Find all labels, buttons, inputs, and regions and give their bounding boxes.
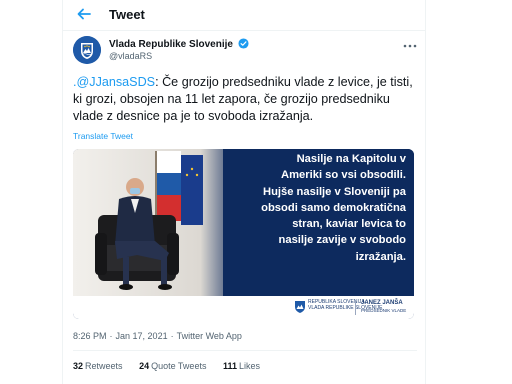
media-footer-strip: REPUBLIKA SLOVENIJA VLADA REPUBLIKE SLOV… [73,296,414,319]
quotes-label: Quote Tweets [151,361,207,371]
quote-line: nasilje zavije v svobodo [278,234,406,247]
quotes-count: 24 [139,361,150,371]
author-handle[interactable]: @vladaRS [109,51,152,62]
divider [73,350,417,351]
likes-count: 111 [222,361,237,371]
back-button[interactable] [75,6,93,24]
tweet-text: .@JJansaSDS: Če grozijo predsedniku vlad… [73,74,417,125]
quote-tweets-stat[interactable]: 24 Quote Tweets [139,360,206,372]
page-title: Tweet [109,7,145,22]
verified-badge-icon [238,38,249,49]
more-options-button[interactable] [403,38,417,52]
author-avatar[interactable] [73,36,101,64]
tweet-date[interactable]: Jan 17, 2021 [116,331,168,341]
retweets-stat[interactable]: 32 Retweets [73,360,123,372]
author-name-text: Vlada Republike Slovenije [109,39,233,50]
tweet-media-image[interactable]: Nasilje na Kapitolu v Ameriki so vsi obs… [73,149,414,319]
author-name[interactable]: Vlada Republike Slovenije [109,38,249,51]
retweets-count: 32 [73,361,84,371]
tweet-meta: 8:26 PM · Jan 17, 2021 · Twitter Web App [73,331,242,341]
tweet-column: Tweet Vlada Republike Slovenije @vladaRS… [62,0,426,384]
likes-stat[interactable]: 111 Likes [223,360,260,372]
translate-tweet-link[interactable]: Translate Tweet [73,131,133,141]
more-dots-icon [403,44,417,48]
mention-link[interactable]: .@JJansaSDS [73,75,155,89]
footer-role: PREDSEDNIK VLADE [361,308,407,313]
quote-line: izražanja. [355,250,406,263]
tweet-source[interactable]: Twitter Web App [177,331,242,341]
quote-line: Nasilje na Kapitolu v [296,153,406,165]
tweet-time[interactable]: 8:26 PM [73,331,107,341]
retweets-label: Retweets [85,361,123,371]
quote-line: Ameriki so vsi obsodili. [281,169,406,182]
coat-of-arms-icon [73,36,101,64]
tweet-stats: 32 Retweets 24 Quote Tweets 111 Likes [73,360,274,372]
quote-line: obsodi samo demokratična [261,201,406,214]
quote-line: stran, kaviar levica to [292,218,406,231]
likes-label: Likes [239,361,261,371]
tweet-header: Tweet [63,0,425,31]
footer-name: JANEZ JANŠA [361,300,403,306]
quote-line: Hujše nasilje v Sloveniji pa [262,185,406,198]
government-logo-icon [295,301,305,313]
arrow-left-icon [77,8,91,20]
media-quote-text: Nasilje na Kapitolu v Ameriki so vsi obs… [230,151,406,265]
footer-divider [355,300,356,315]
